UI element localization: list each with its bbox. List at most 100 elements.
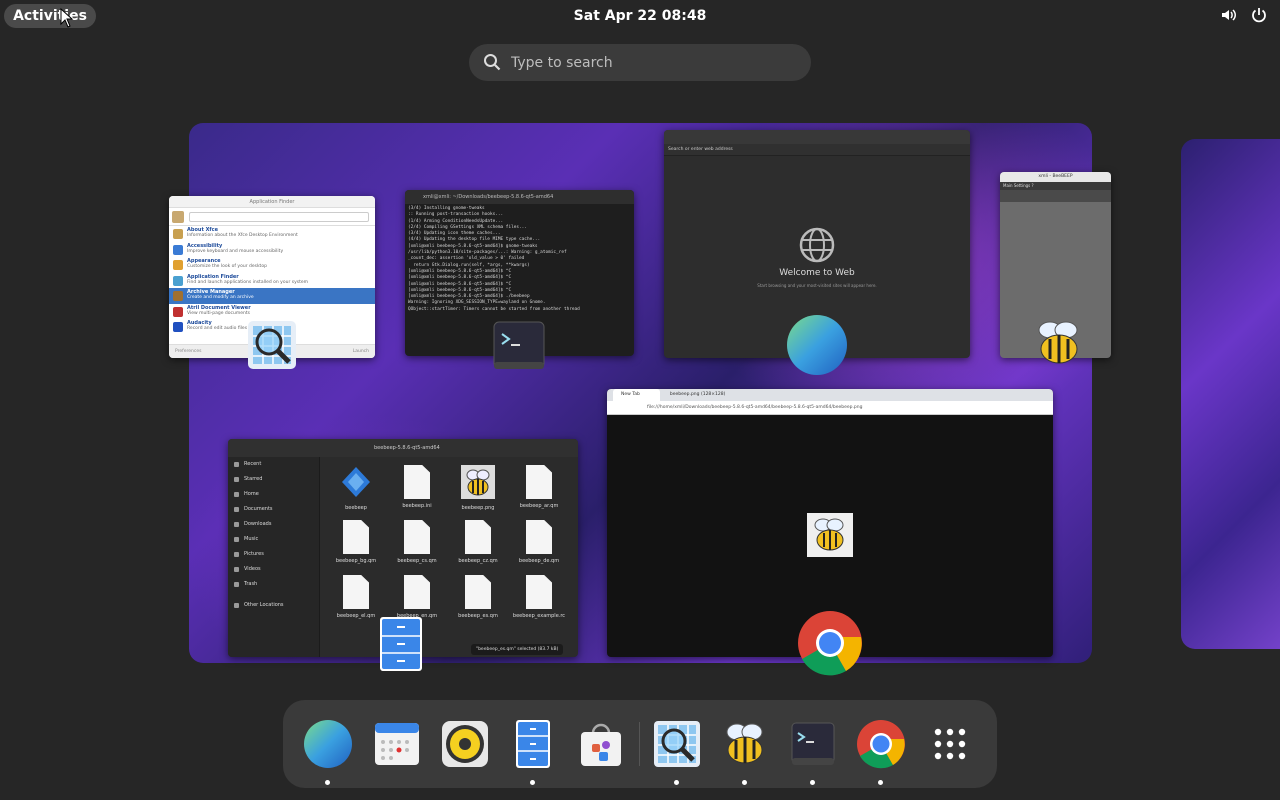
files-sidebar-item[interactable]: Recent	[228, 457, 319, 472]
running-indicator	[878, 780, 883, 785]
file-item[interactable]: beebeep_example.rc	[511, 575, 567, 627]
running-indicator	[742, 780, 747, 785]
app-list-item[interactable]: Application Finder Find and launch applic…	[169, 273, 375, 289]
file-item[interactable]: beebeep	[328, 465, 384, 517]
files-sidebar-item[interactable]: Videos	[228, 562, 319, 577]
bee-image	[807, 513, 853, 557]
finder-search-field[interactable]	[189, 212, 369, 222]
file-item[interactable]: beebeep.ini	[389, 465, 445, 517]
files-sidebar-item[interactable]: Music	[228, 532, 319, 547]
dash-app-calendar[interactable]	[369, 716, 425, 772]
files-sidebar-item[interactable]: Starred	[228, 472, 319, 487]
document-icon	[404, 575, 430, 609]
file-cabinet-icon	[516, 720, 550, 768]
document-icon	[404, 465, 430, 499]
mouse-pointer-icon	[60, 8, 74, 28]
speaker-icon	[442, 721, 488, 767]
app-icon	[173, 322, 183, 332]
app-description: View multi-page documents	[187, 310, 250, 316]
web-globe-icon	[304, 720, 352, 768]
chrome-tab[interactable]: New Tab	[613, 389, 660, 401]
window-title: Application Finder	[169, 196, 375, 208]
file-name: beebeep.png	[461, 505, 495, 511]
search-bar[interactable]	[469, 44, 811, 81]
app-icon	[173, 229, 183, 239]
chrome-tab[interactable]: beebeep.png (128×128)	[662, 389, 746, 401]
clock[interactable]: Sat Apr 22 08:48	[560, 4, 720, 28]
app-list-item[interactable]: About Xfce Information about the Xfce Des…	[169, 226, 375, 242]
terminal-icon	[493, 321, 545, 369]
search-input[interactable]	[511, 50, 791, 75]
file-item[interactable]: beebeep_bg.qm	[328, 520, 384, 572]
app-list-item[interactable]: Accessibility Improve keyboard and mouse …	[169, 242, 375, 258]
chrome-address-bar[interactable]: file:///home/xmli/Downloads/beebeep-5.8.…	[607, 401, 1053, 415]
bee-icon	[814, 518, 844, 551]
files-sidebar-item[interactable]: Documents	[228, 502, 319, 517]
dash-app-rhythmbox[interactable]	[437, 716, 493, 772]
file-item[interactable]: beebeep_ar.qm	[511, 465, 567, 517]
files-overlay	[379, 616, 423, 676]
web-globe-icon	[787, 315, 847, 375]
welcome-subtitle: Start browsing and your most-visited sit…	[757, 283, 877, 288]
dash-app-files[interactable]	[505, 716, 561, 785]
terminal-overlay	[493, 320, 545, 376]
show-apps-button[interactable]	[922, 716, 978, 772]
preferences-button[interactable]: Preferences	[175, 349, 201, 354]
dash-app-software[interactable]	[573, 716, 629, 772]
file-item[interactable]: beebeep_cz.qm	[450, 520, 506, 572]
files-sidebar-item[interactable]: Pictures	[228, 547, 319, 562]
files-sidebar-item[interactable]: Other Locations	[228, 598, 319, 613]
running-indicator	[530, 780, 535, 785]
bee-icon	[726, 723, 763, 764]
files-path[interactable]: beebeep-5.8.6-qt5-amd64	[228, 445, 440, 451]
power-icon[interactable]	[1250, 6, 1268, 24]
file-item[interactable]: beebeep_el.qm	[328, 575, 384, 627]
app-list-item[interactable]: Appearance Customize the look of your des…	[169, 257, 375, 273]
bee-icon	[1038, 321, 1078, 364]
app-finder-overlay	[246, 319, 298, 375]
file-item[interactable]: beebeep_de.qm	[511, 520, 567, 572]
finder-search-row	[169, 208, 375, 226]
top-bar: Activities Sat Apr 22 08:48	[0, 0, 1280, 32]
app-description: Find and launch applications installed o…	[187, 279, 308, 285]
files-sidebar-item[interactable]: Downloads	[228, 517, 319, 532]
file-item[interactable]: beebeep.png	[450, 465, 506, 517]
document-icon	[343, 575, 369, 609]
file-item[interactable]: beebeep_cs.qm	[389, 520, 445, 572]
app-description: Customize the look of your desktop	[187, 264, 267, 269]
window-title: xmli - BeeBEEP	[1000, 172, 1111, 182]
dash-app-beebeep[interactable]	[717, 716, 773, 785]
dash-app-terminal[interactable]	[785, 716, 841, 785]
chrome-icon	[857, 720, 905, 769]
file-cabinet-icon	[380, 617, 422, 671]
app-list-item[interactable]: Atril Document Viewer View multi-page doc…	[169, 304, 375, 320]
beebeep-overlay	[1030, 316, 1088, 374]
launch-button[interactable]: Launch	[353, 345, 369, 358]
activities-button[interactable]: Activities	[4, 4, 96, 28]
document-icon	[526, 465, 552, 499]
system-tray[interactable]	[1220, 6, 1268, 24]
dash-app-web[interactable]	[300, 716, 356, 785]
beebeep-menu[interactable]: Main Settings ?	[1000, 182, 1111, 190]
dash	[283, 700, 997, 788]
app-list-item[interactable]: Archive Manager Create and modify an arch…	[169, 288, 375, 304]
running-indicator	[674, 780, 679, 785]
category-icon	[172, 211, 184, 223]
files-sidebar-item[interactable]: Home	[228, 487, 319, 502]
web-url-bar[interactable]: Search or enter web address	[664, 144, 970, 156]
dash-app-chrome[interactable]	[853, 716, 909, 785]
calendar-icon	[375, 723, 419, 765]
beebeep-toolbar[interactable]	[1000, 190, 1111, 202]
file-item[interactable]: beebeep_es.qm	[450, 575, 506, 627]
window-title: xmli@xmli: ~/Downloads/beebeep-5.8.6-qt5…	[405, 190, 634, 204]
image-thumbnail-icon	[461, 465, 495, 499]
magnifier-icon	[248, 321, 296, 369]
globe-icon	[799, 227, 835, 263]
file-name: beebeep_el.qm	[336, 613, 376, 619]
volume-icon[interactable]	[1220, 6, 1238, 24]
workspace-thumbnail-next[interactable]	[1181, 139, 1280, 649]
running-indicator	[810, 780, 815, 785]
dash-app-application-finder[interactable]	[649, 716, 705, 785]
files-sidebar-item[interactable]: Trash	[228, 577, 319, 592]
file-name: beebeep_bg.qm	[335, 558, 377, 564]
